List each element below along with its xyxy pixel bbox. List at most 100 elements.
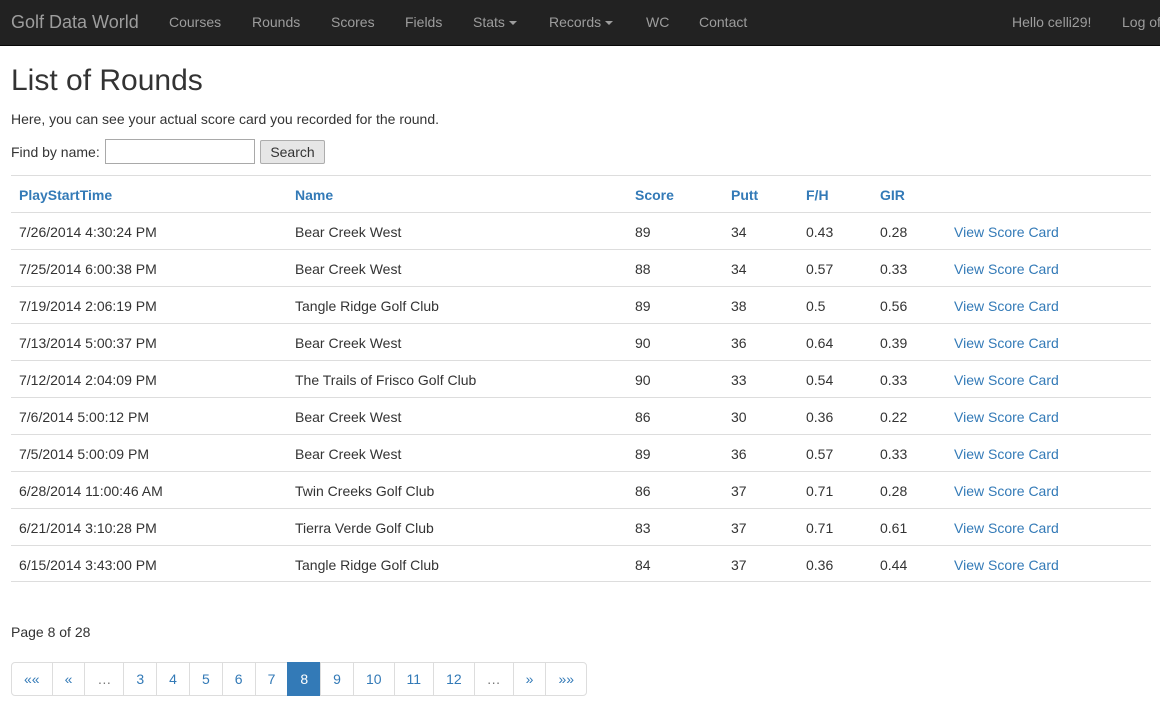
first-page-button[interactable]: «« <box>11 662 53 696</box>
cell-putt: 37 <box>731 557 747 573</box>
brand-link[interactable]: Golf Data World <box>11 12 139 33</box>
cell-putt: 30 <box>731 409 747 425</box>
cell-gir: 0.28 <box>880 224 908 240</box>
last-page-button[interactable]: »» <box>545 662 588 696</box>
rounds-table: PlayStartTime Name Score Putt F/H GIR 7/… <box>11 175 1151 582</box>
cell-score: 89 <box>635 224 651 240</box>
page-8[interactable]: 8 <box>287 662 322 696</box>
cell-putt: 38 <box>731 298 747 314</box>
cell-name: Bear Creek West <box>295 224 402 240</box>
nav-rounds[interactable]: Rounds <box>252 14 300 30</box>
table-row: 7/13/2014 5:00:37 PM Bear Creek West 90 36 0… <box>11 323 1151 360</box>
page-5[interactable]: 5 <box>188 662 223 696</box>
page-ellipsis: … <box>84 662 125 696</box>
view-score-card-link[interactable]: View Score Card <box>954 298 1059 314</box>
find-by-name-input[interactable] <box>105 139 255 164</box>
cell-gir: 0.22 <box>880 409 908 425</box>
cell-fh: 0.71 <box>806 483 834 499</box>
table-row: 7/19/2014 2:06:19 PM Tangle Ridge Golf Cl… <box>11 286 1151 323</box>
cell-playstarttime: 7/26/2014 4:30:24 PM <box>19 224 157 240</box>
cell-score: 88 <box>635 261 651 277</box>
page-info: Page 8 of 28 <box>11 624 91 640</box>
page-12[interactable]: 12 <box>433 662 475 696</box>
table-row: 7/25/2014 6:00:38 PM Bear Creek West 88 34 0… <box>11 249 1151 286</box>
cell-name: Twin Creeks Golf Club <box>295 483 435 499</box>
page-title: List of Rounds <box>11 64 203 97</box>
cell-gir: 0.39 <box>880 335 908 351</box>
page-9[interactable]: 9 <box>320 662 354 696</box>
cell-playstarttime: 7/25/2014 6:00:38 PM <box>19 261 157 277</box>
cell-fh: 0.36 <box>806 557 834 573</box>
page-6[interactable]: 6 <box>221 662 256 696</box>
cell-putt: 36 <box>731 446 747 462</box>
page-3[interactable]: 3 <box>123 662 158 696</box>
cell-fh: 0.43 <box>806 224 834 240</box>
table-row: 6/15/2014 3:43:00 PM Tangle Ridge Golf Cl… <box>11 545 1151 582</box>
view-score-card-link[interactable]: View Score Card <box>954 335 1059 351</box>
cell-putt: 37 <box>731 483 747 499</box>
cell-score: 83 <box>635 520 651 536</box>
table-header-row: PlayStartTime Name Score Putt F/H GIR <box>11 175 1151 212</box>
cell-fh: 0.64 <box>806 335 834 351</box>
logoff-link[interactable]: Log off <box>1122 14 1160 30</box>
cell-score: 90 <box>635 372 651 388</box>
page-7[interactable]: 7 <box>254 662 289 696</box>
cell-fh: 0.54 <box>806 372 834 388</box>
table-row: 6/28/2014 11:00:46 AM Twin Creeks Golf Cl… <box>11 471 1151 508</box>
find-by-name-label: Find by name: <box>11 144 100 160</box>
cell-score: 86 <box>635 409 651 425</box>
nav-records-dropdown[interactable]: Records <box>549 14 614 30</box>
table-row: 7/5/2014 5:00:09 PM Bear Creek West 89 36 0.… <box>11 434 1151 471</box>
cell-playstarttime: 7/19/2014 2:06:19 PM <box>19 298 157 314</box>
cell-name: Bear Creek West <box>295 335 402 351</box>
cell-fh: 0.5 <box>806 298 826 314</box>
header-fh[interactable]: F/H <box>806 187 829 203</box>
table-row: 7/12/2014 2:04:09 PM The Trails of Frisco… <box>11 360 1151 397</box>
nav-scores[interactable]: Scores <box>331 14 375 30</box>
pagination: «« «… 3 4 5 6 7 8 9 10 11 12…»»» <box>11 662 588 696</box>
nav-contact[interactable]: Contact <box>699 14 747 30</box>
cell-playstarttime: 7/13/2014 5:00:37 PM <box>19 335 157 351</box>
cell-fh: 0.71 <box>806 520 834 536</box>
header-gir[interactable]: GIR <box>880 187 905 203</box>
user-greeting-link[interactable]: Hello celli29! <box>1012 14 1091 30</box>
cell-score: 89 <box>635 298 651 314</box>
page-4[interactable]: 4 <box>156 662 190 696</box>
cell-gir: 0.61 <box>880 520 908 536</box>
cell-gir: 0.33 <box>880 446 908 462</box>
intro-text: Here, you can see your actual score card… <box>11 111 440 127</box>
cell-gir: 0.33 <box>880 372 908 388</box>
header-playstarttime[interactable]: PlayStartTime <box>19 187 112 203</box>
cell-putt: 33 <box>731 372 747 388</box>
cell-playstarttime: 7/5/2014 5:00:09 PM <box>19 446 149 462</box>
cell-score: 90 <box>635 335 651 351</box>
top-navbar: Golf Data World Courses Rounds Scores Fi… <box>0 0 1160 46</box>
view-score-card-link[interactable]: View Score Card <box>954 446 1059 462</box>
view-score-card-link[interactable]: View Score Card <box>954 409 1059 425</box>
cell-gir: 0.44 <box>880 557 908 573</box>
next-page-button[interactable]: » <box>512 662 547 696</box>
caret-down-icon <box>605 21 614 26</box>
nav-courses[interactable]: Courses <box>169 14 221 30</box>
header-putt[interactable]: Putt <box>731 187 758 203</box>
page-10[interactable]: 10 <box>352 662 395 696</box>
table-body: 7/26/2014 4:30:24 PM Bear Creek West 89 34 0… <box>11 212 1151 582</box>
nav-stats-label: Stats <box>473 14 505 30</box>
view-score-card-link[interactable]: View Score Card <box>954 483 1059 499</box>
view-score-card-link[interactable]: View Score Card <box>954 372 1059 388</box>
page-11[interactable]: 11 <box>393 662 435 696</box>
search-button[interactable]: Search <box>260 140 325 164</box>
header-score[interactable]: Score <box>635 187 674 203</box>
cell-fh: 0.36 <box>806 409 834 425</box>
view-score-card-link[interactable]: View Score Card <box>954 520 1059 536</box>
prev-page-button[interactable]: « <box>51 662 86 696</box>
nav-wc[interactable]: WC <box>646 14 669 30</box>
nav-fields[interactable]: Fields <box>405 14 442 30</box>
cell-name: Bear Creek West <box>295 409 402 425</box>
nav-stats-dropdown[interactable]: Stats <box>473 14 517 30</box>
cell-putt: 34 <box>731 261 747 277</box>
view-score-card-link[interactable]: View Score Card <box>954 557 1059 573</box>
view-score-card-link[interactable]: View Score Card <box>954 261 1059 277</box>
header-name[interactable]: Name <box>295 187 333 203</box>
view-score-card-link[interactable]: View Score Card <box>954 224 1059 240</box>
